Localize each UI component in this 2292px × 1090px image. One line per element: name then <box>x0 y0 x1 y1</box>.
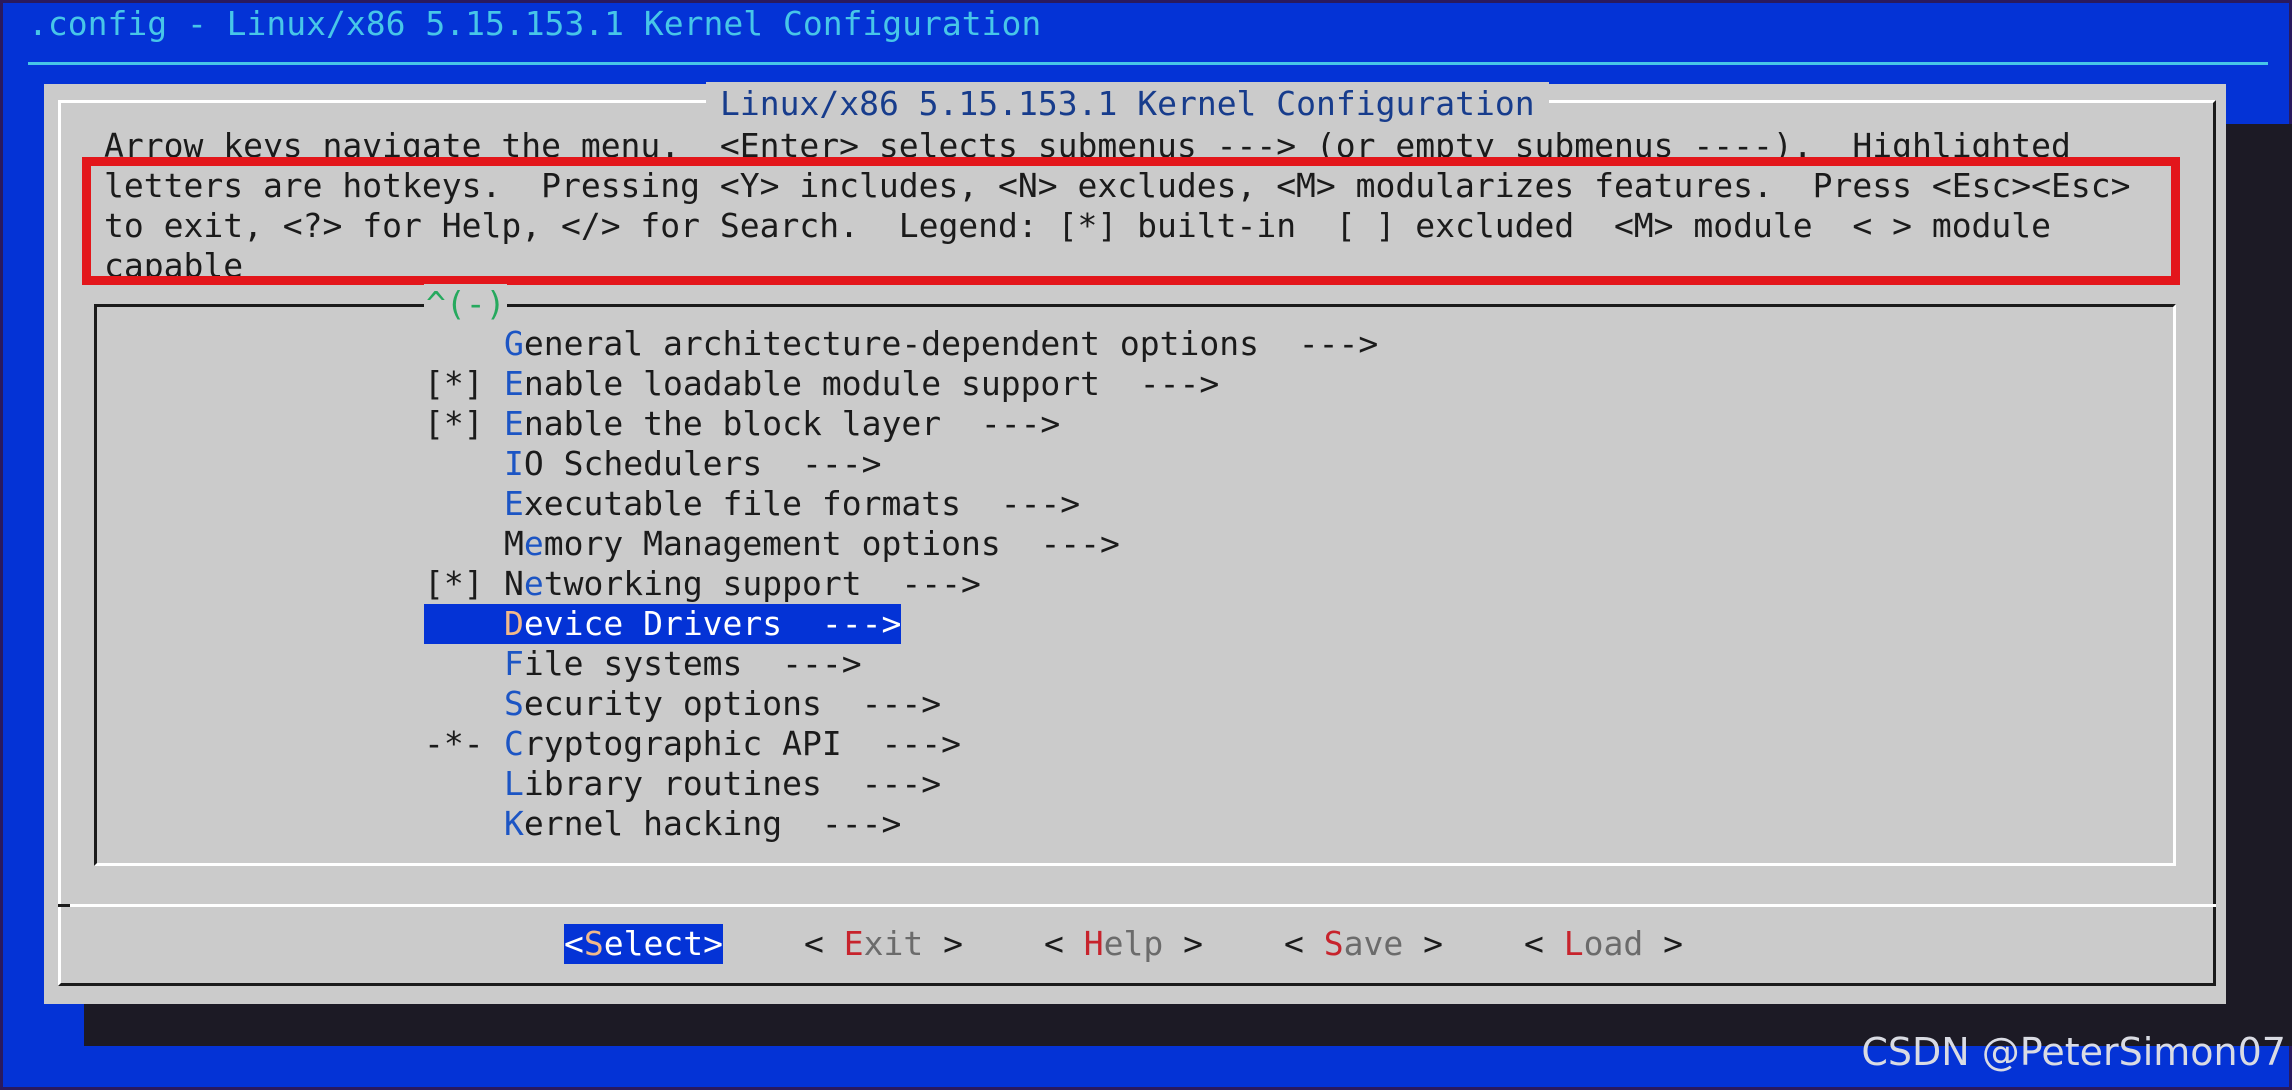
menu-item-label: xecutable file formats ---> <box>523 484 1081 523</box>
menu-item-state: [*] <box>424 364 484 403</box>
menu-item-label: eneral architecture-dependent options --… <box>523 324 1379 363</box>
menu-item-state: -*- <box>424 724 484 763</box>
button-hotkey: S <box>1323 924 1344 963</box>
button-bracket-open: < <box>1284 924 1324 963</box>
menu-item-hotkey: I <box>504 444 524 483</box>
menu-item-label-start: M <box>504 524 524 563</box>
select-button[interactable]: <Select> <box>564 924 723 964</box>
menu-item[interactable]: Memory Management options ---> <box>424 524 1120 564</box>
menu-item-hotkey: D <box>504 604 524 643</box>
exit-button[interactable]: < Exit > <box>804 924 963 964</box>
button-hotkey: L <box>1563 924 1584 963</box>
menu-item-hotkey: e <box>523 564 544 603</box>
help-button[interactable]: < Help > <box>1044 924 1203 964</box>
button-hotkey: S <box>583 924 604 963</box>
button-bracket-close: > <box>1163 924 1203 963</box>
menu-item-hotkey: G <box>504 324 524 363</box>
menu-item-hotkey: E <box>504 364 524 403</box>
menu-item[interactable]: Security options ---> <box>424 684 941 724</box>
menu-item-hotkey: L <box>504 764 524 803</box>
button-label: oad <box>1583 924 1644 963</box>
menu-item-hotkey: S <box>504 684 524 723</box>
menu-item-hotkey: F <box>504 644 524 683</box>
menu-item[interactable]: Device Drivers ---> <box>424 604 902 644</box>
menu-item-hotkey: e <box>523 524 544 563</box>
menu-item-label: nable the block layer ---> <box>523 404 1061 443</box>
watermark: CSDN @PeterSimon07 <box>1861 1030 2286 1074</box>
title-rule <box>28 62 2268 65</box>
button-bracket-open: < <box>1044 924 1084 963</box>
button-hotkey: H <box>1083 924 1104 963</box>
menu-item[interactable]: [*] Enable loadable module support ---> <box>424 364 1219 404</box>
highlight-annotation-box <box>82 157 2180 285</box>
menu-item[interactable]: Kernel hacking ---> <box>424 804 901 844</box>
dialog-title: Linux/x86 5.15.153.1 Kernel Configuratio… <box>706 82 1549 126</box>
button-bracket-open: < <box>804 924 844 963</box>
button-row-divider-shade <box>58 904 70 907</box>
menu-item[interactable]: File systems ---> <box>424 644 862 684</box>
menu-item[interactable]: [*] Enable the block layer ---> <box>424 404 1060 444</box>
button-bracket-open: < <box>1524 924 1564 963</box>
menu-item-label: ile systems ---> <box>523 644 862 683</box>
button-hotkey: E <box>843 924 864 963</box>
dialog-shadow-right <box>2226 124 2292 1046</box>
menu-item-state: [*] <box>424 404 484 443</box>
menu-item[interactable]: [*] Networking support ---> <box>424 564 981 604</box>
button-bracket-close: > <box>1403 924 1443 963</box>
load-button[interactable]: < Load > <box>1524 924 1683 964</box>
button-label: elect <box>603 924 704 963</box>
button-bracket-close: > <box>703 924 723 963</box>
menu-item[interactable]: General architecture-dependent options -… <box>424 324 1378 364</box>
button-bracket-open: < <box>564 924 584 963</box>
menu-item-hotkey: E <box>504 404 524 443</box>
button-label: ave <box>1343 924 1404 963</box>
menu-item[interactable]: IO Schedulers ---> <box>424 444 882 484</box>
menu-item-label: evice Drivers ---> <box>523 604 902 643</box>
menu-item-label: ecurity options ---> <box>523 684 942 723</box>
scroll-up-indicator[interactable]: ^(-) <box>424 284 508 324</box>
button-label: elp <box>1103 924 1164 963</box>
menu-item-label: ryptographic API ---> <box>523 724 961 763</box>
menu-item-label: nable loadable module support ---> <box>523 364 1220 403</box>
menu-item-hotkey: E <box>504 484 524 523</box>
menu-item-label-start: N <box>504 564 524 603</box>
button-bracket-close: > <box>1643 924 1683 963</box>
button-bracket-close: > <box>923 924 963 963</box>
menu-item-hotkey: C <box>504 724 524 763</box>
menu-item[interactable]: Library routines ---> <box>424 764 941 804</box>
window-title: .config - Linux/x86 5.15.153.1 Kernel Co… <box>28 4 1042 43</box>
save-button[interactable]: < Save > <box>1284 924 1443 964</box>
menu-item-label: ibrary routines ---> <box>523 764 942 803</box>
menu-item[interactable]: -*- Cryptographic API ---> <box>424 724 961 764</box>
menu-item-label: ernel hacking ---> <box>523 804 902 843</box>
menu-item-state: [*] <box>424 564 484 603</box>
button-label: xit <box>863 924 924 963</box>
menu-item[interactable]: Executable file formats ---> <box>424 484 1080 524</box>
menu-item-label: tworking support ---> <box>543 564 981 603</box>
menu-item-label: O Schedulers ---> <box>523 444 882 483</box>
button-row-divider <box>58 904 2216 907</box>
menu-item-hotkey: K <box>504 804 524 843</box>
menu-item-label: mory Management options ---> <box>543 524 1120 563</box>
